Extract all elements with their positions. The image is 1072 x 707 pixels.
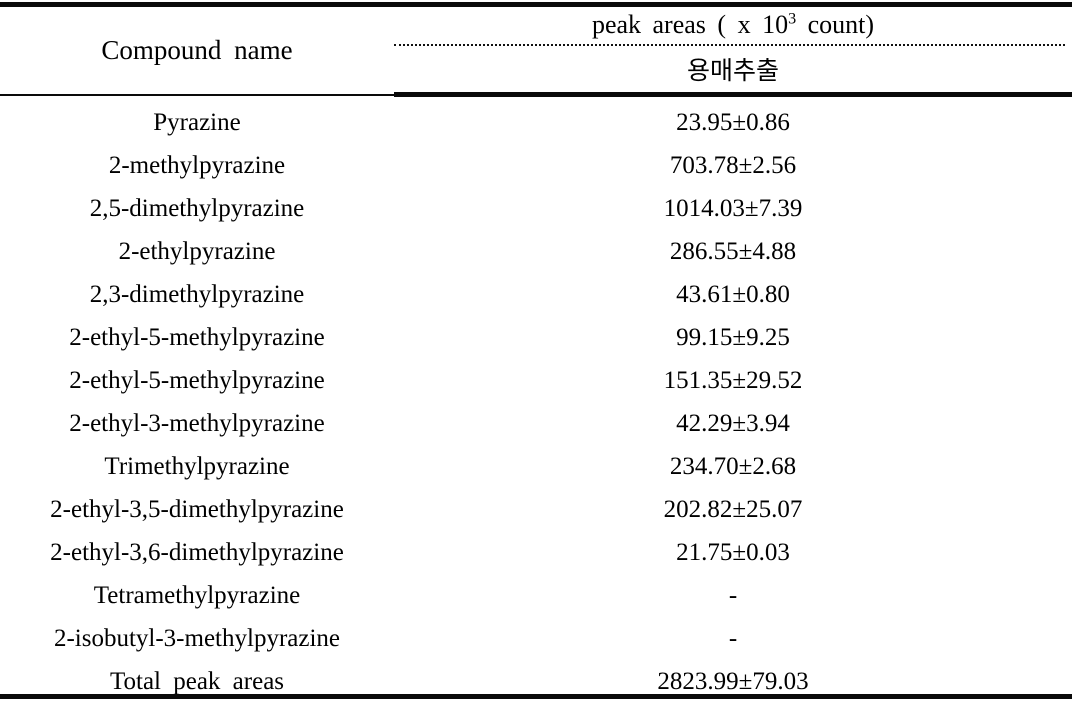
compound-name-cell: 2-isobutyl-3-methylpyrazine — [53, 625, 341, 652]
compound-name-cell: Tetramethylpyrazine — [93, 582, 301, 609]
peak-area-value-cell: 42.29±3.94 — [676, 410, 790, 437]
compound-name-cell: 2-ethyl-3,6-dimethylpyrazine — [50, 539, 344, 566]
compound-name-cell: 2,3-dimethylpyrazine — [89, 281, 305, 308]
peak-area-value-cell: 21.75±0.03 — [676, 539, 790, 566]
peak-area-value-cell: 151.35±29.52 — [663, 367, 803, 394]
table-row: 2-methylpyrazine 703.78±2.56 — [0, 144, 1072, 187]
compound-name-cell: 2-ethyl-5-methylpyrazine — [69, 324, 325, 351]
column-subheader-solvent-extraction: 용매추출 — [686, 56, 779, 85]
table-bottom-rule — [0, 694, 1072, 699]
compound-name-cell: 2-ethylpyrazine — [118, 238, 276, 265]
peak-area-value-cell: - — [728, 625, 738, 652]
table-row: 2-ethyl-3-methylpyrazine 42.29±3.94 — [0, 402, 1072, 445]
table-row: Pyrazine 23.95±0.86 — [0, 101, 1072, 144]
table-row: 2-isobutyl-3-methylpyrazine - — [0, 617, 1072, 660]
table-body: Pyrazine 23.95±0.86 2-methylpyrazine 703.78… — [0, 101, 1072, 703]
peak-area-value-cell: 202.82±25.07 — [663, 496, 803, 523]
peak-areas-header-exponent: 3 — [788, 10, 797, 28]
compound-name-cell: Trimethylpyrazine — [104, 453, 290, 480]
peak-area-value-cell: 99.15±9.25 — [676, 324, 790, 351]
peak-area-value-cell: 286.55±4.88 — [669, 238, 797, 265]
table-row: 2,3-dimethylpyrazine 43.61±0.80 — [0, 273, 1072, 316]
column-header-peak-areas: peak areas ( x 103 count) — [394, 10, 1072, 40]
header-rule-left — [0, 94, 394, 96]
compound-name-cell: 2-ethyl-3-methylpyrazine — [69, 410, 325, 437]
column-header-compound-name: Compound name — [101, 35, 293, 65]
table-top-rule — [0, 2, 1072, 7]
table-row: 2-ethyl-5-methylpyrazine 151.35±29.52 — [0, 359, 1072, 402]
header-rule-right — [394, 92, 1072, 97]
header-dotted-rule — [394, 44, 1065, 46]
compound-name-cell: 2-ethyl-5-methylpyrazine — [69, 367, 325, 394]
table-row: Trimethylpyrazine 234.70±2.68 — [0, 445, 1072, 488]
peak-area-value-cell: 43.61±0.80 — [676, 281, 790, 308]
table-row: 2-ethylpyrazine 286.55±4.88 — [0, 230, 1072, 273]
compound-name-cell: 2,5-dimethylpyrazine — [89, 195, 305, 222]
compound-name-cell: Pyrazine — [153, 109, 241, 136]
peak-areas-header-prefix: peak areas ( x 10 — [591, 10, 789, 39]
peak-area-value-cell: 1014.03±7.39 — [663, 195, 803, 222]
peak-areas-header-suffix: count) — [796, 10, 875, 39]
table-row: 2,5-dimethylpyrazine 1014.03±7.39 — [0, 187, 1072, 230]
table-row: 2-ethyl-5-methylpyrazine 99.15±9.25 — [0, 316, 1072, 359]
table-row: 2-ethyl-3,6-dimethylpyrazine 21.75±0.03 — [0, 531, 1072, 574]
compound-name-cell: 2-ethyl-3,5-dimethylpyrazine — [50, 496, 344, 523]
table-row: Tetramethylpyrazine - — [0, 574, 1072, 617]
compound-name-cell: 2-methylpyrazine — [108, 152, 286, 179]
peak-area-value-cell: 234.70±2.68 — [669, 453, 797, 480]
table-row: 2-ethyl-3,5-dimethylpyrazine 202.82±25.07 — [0, 488, 1072, 531]
peak-area-value-cell: - — [728, 582, 738, 609]
peak-area-value-cell: 703.78±2.56 — [669, 152, 797, 179]
peak-area-value-cell: 23.95±0.86 — [676, 109, 790, 136]
peak-areas-table: Compound name peak areas ( x 103 count) … — [0, 0, 1072, 707]
